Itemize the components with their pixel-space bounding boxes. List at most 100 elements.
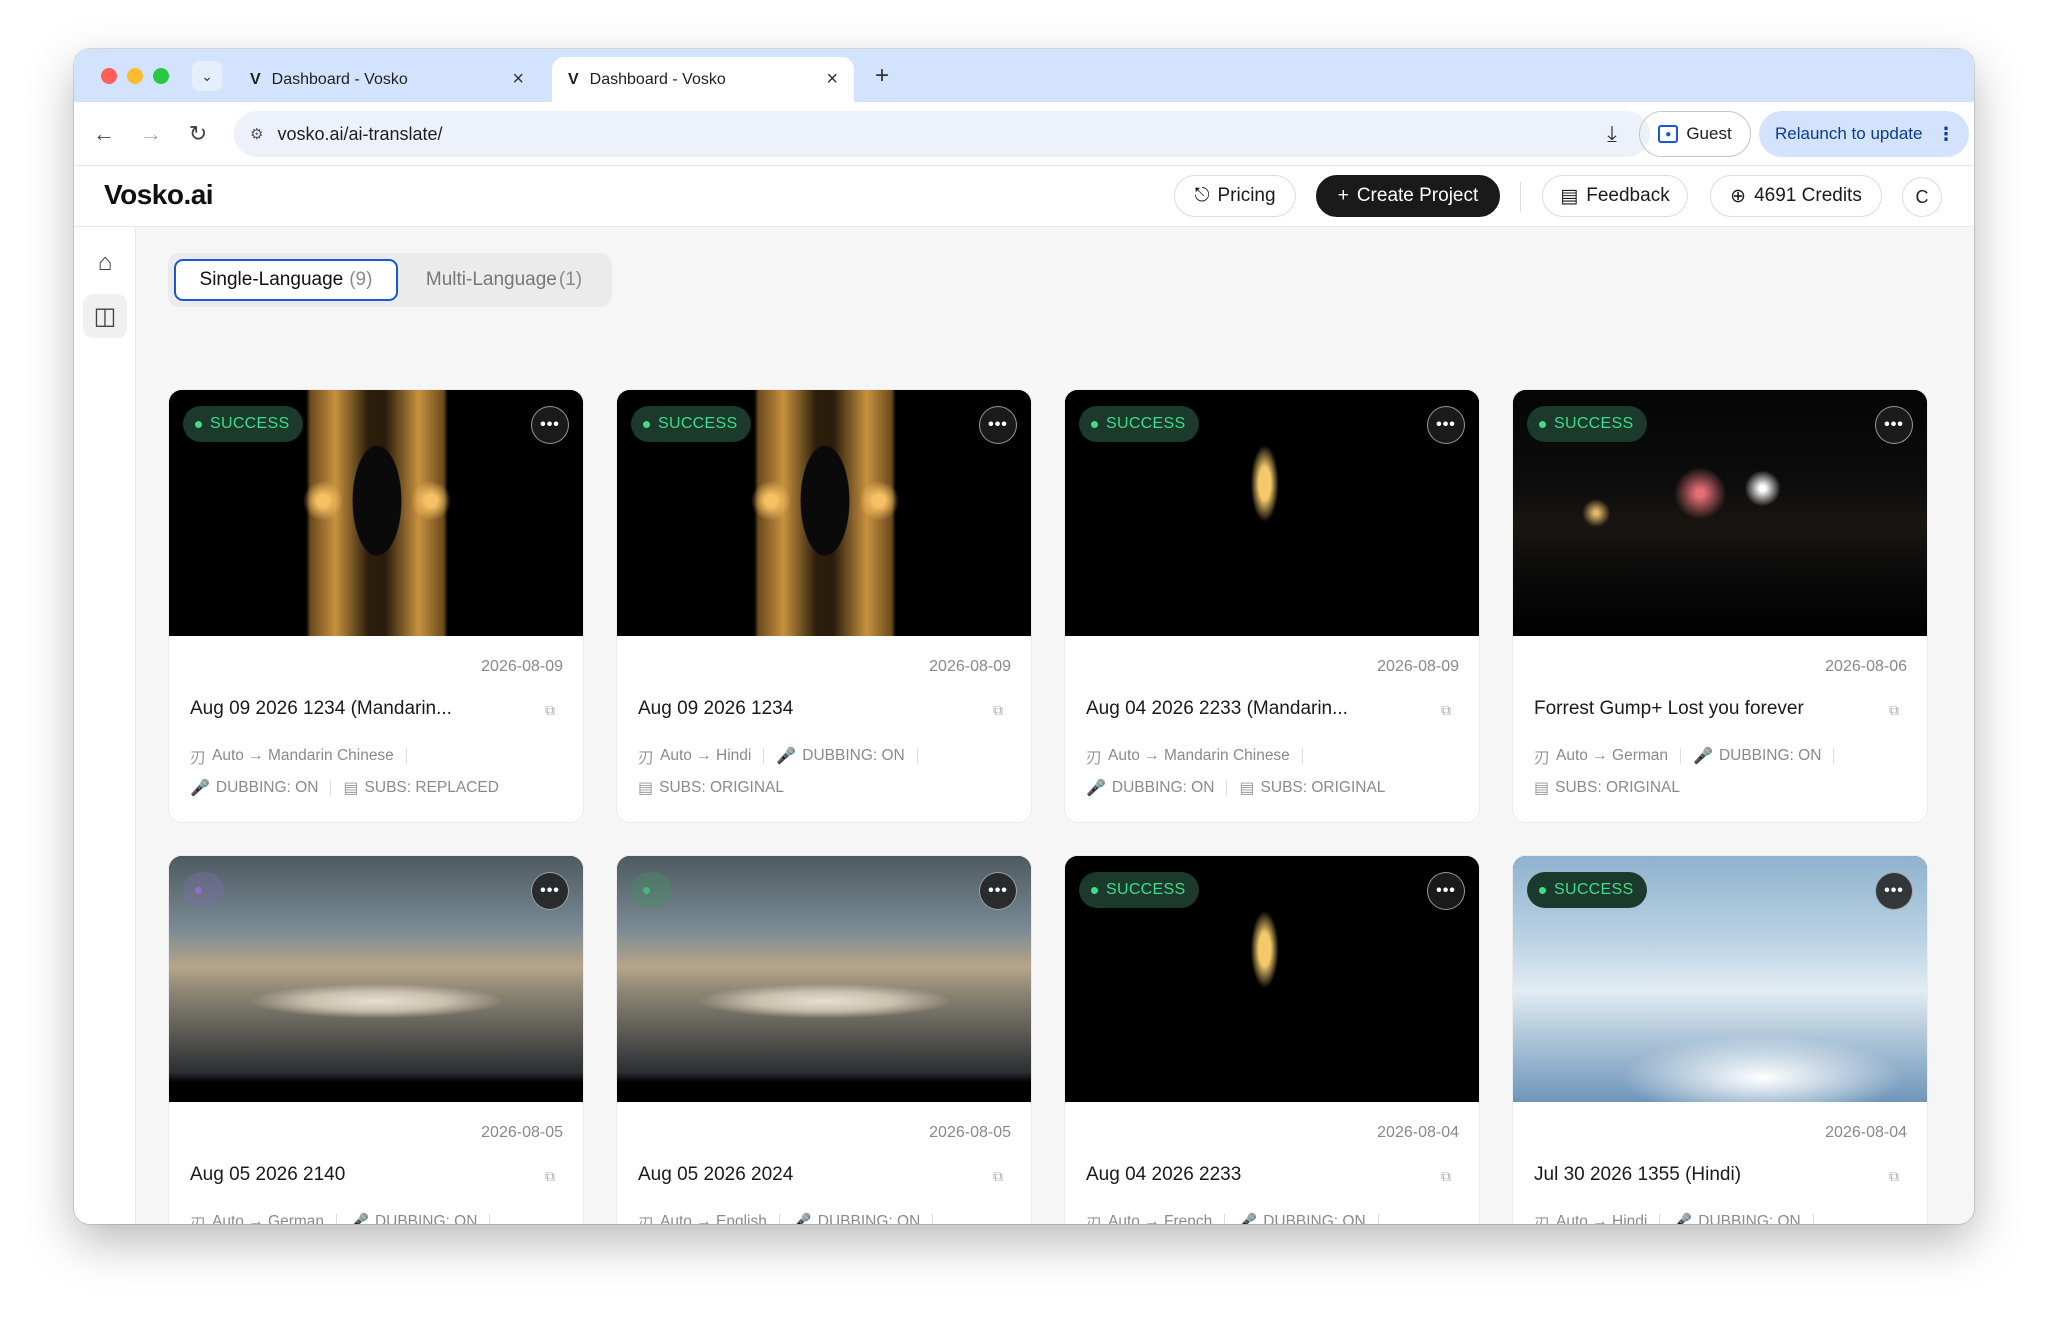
project-title[interactable]: Aug 04 2026 2233: [1086, 1164, 1406, 1186]
microphone-icon: 🎤: [349, 1214, 369, 1224]
project-card[interactable]: SUCCESS ••• 2026-08-09 Aug 09 2026 1234 ⧉ 刃 Au…: [616, 389, 1032, 823]
status-dot-icon: [1091, 420, 1098, 428]
message-icon: ▤: [1560, 185, 1579, 207]
microphone-icon: 🎤: [791, 1214, 812, 1224]
forward-button[interactable]: →: [135, 118, 167, 150]
status-label: SUCCESS: [210, 415, 290, 432]
project-title[interactable]: Aug 04 2026 2233 (Mandarin...: [1086, 698, 1406, 720]
meta-divider: [330, 780, 332, 796]
feedback-button[interactable]: ▤ Feedback: [1542, 175, 1688, 217]
translate-icon: 刃: [190, 750, 207, 767]
document-icon: ▤: [638, 780, 654, 797]
project-card[interactable]: SUCCESS ••• 2026-08-04 Jul 30 2026 1355 (Hi…: [1512, 855, 1928, 1224]
credits-button[interactable]: ⊕ 4691 Credits: [1710, 175, 1882, 217]
new-tab-button[interactable]: +: [867, 61, 897, 91]
translate-icon: 刃: [190, 1210, 206, 1224]
pricing-button[interactable]: ⎋ Pricing: [1174, 175, 1296, 217]
single-language-label: Single-Language: [199, 269, 344, 290]
copy-icon[interactable]: ⧉: [993, 1168, 1003, 1185]
guest-profile-button[interactable]: ● Guest: [1639, 111, 1751, 157]
copy-icon[interactable]: ⧉: [1441, 702, 1451, 719]
reload-icon: ↻: [188, 121, 208, 146]
video-thumbnail[interactable]: SUCCESS •••: [617, 390, 1031, 636]
browser-tab-2-active[interactable]: V Dashboard - Vosko ×: [552, 57, 854, 102]
tab-multi-language[interactable]: Multi-Language (1): [404, 259, 604, 301]
copy-icon[interactable]: ⧉: [1441, 1168, 1451, 1185]
copy-icon[interactable]: ⧉: [1889, 1168, 1899, 1185]
more-options-button[interactable]: •••: [979, 872, 1017, 910]
downloads-button[interactable]: ⤓: [1594, 116, 1630, 152]
sidebar-item-projects[interactable]: ◫: [83, 294, 127, 338]
video-thumbnail[interactable]: SUCCESS •••: [169, 390, 583, 636]
status-badge: SUCCESS: [183, 406, 304, 442]
more-options-button[interactable]: •••: [531, 872, 569, 910]
copy-icon[interactable]: ⧉: [545, 1168, 555, 1185]
minimize-window-button[interactable]: [127, 68, 143, 84]
multi-language-count: (1): [558, 269, 583, 290]
more-horizontal-icon: •••: [988, 416, 1008, 433]
video-thumbnail[interactable]: SUCCESS •••: [1513, 390, 1927, 636]
more-options-button[interactable]: •••: [1875, 872, 1913, 910]
tab-single-language[interactable]: Single-Language (9): [174, 259, 398, 301]
project-date: 2026-08-05: [481, 1124, 563, 1141]
status-badge: SUCCESS: [1079, 406, 1200, 442]
project-title[interactable]: Aug 09 2026 1234 (Mandarin...: [190, 698, 510, 720]
video-thumbnail[interactable]: •••: [617, 856, 1031, 1102]
tab-search-button[interactable]: ⌄: [192, 61, 222, 91]
relaunch-button[interactable]: Relaunch to update ⋮: [1759, 111, 1969, 157]
project-card[interactable]: SUCCESS ••• 2026-08-06 Forrest Gump+ Lost y…: [1512, 389, 1928, 823]
create-project-label: Create Project: [1356, 185, 1479, 206]
meta-divider: [763, 748, 765, 764]
project-title[interactable]: Jul 30 2026 1355 (Hindi): [1534, 1164, 1854, 1186]
more-options-button[interactable]: •••: [1427, 872, 1465, 910]
user-avatar[interactable]: C: [1902, 177, 1942, 217]
maximize-window-button[interactable]: [153, 68, 169, 84]
close-icon[interactable]: ×: [826, 68, 838, 91]
reload-button[interactable]: ↻: [182, 118, 214, 150]
project-title[interactable]: Aug 05 2026 2024: [638, 1164, 958, 1186]
app-header: Vosko.ai ⎋ Pricing + Create Project ▤ Fe…: [74, 166, 1974, 227]
copy-icon[interactable]: ⧉: [993, 702, 1003, 719]
project-card[interactable]: ••• 2026-08-05 Aug 05 2026 2140 ⧉ 刃Auto → Ge…: [168, 855, 584, 1224]
project-meta-row: 刃Auto → German 🎤DUBBING: ON: [1534, 744, 1846, 768]
close-icon[interactable]: ×: [512, 68, 524, 91]
project-title[interactable]: Aug 05 2026 2140: [190, 1164, 510, 1186]
video-thumbnail[interactable]: SUCCESS •••: [1513, 856, 1927, 1102]
project-title[interactable]: Forrest Gump+ Lost you forever: [1534, 698, 1854, 720]
project-meta-row: 刃Auto → French 🎤DUBBING: ON: [1086, 1210, 1391, 1224]
video-thumbnail[interactable]: •••: [169, 856, 583, 1102]
site-settings-icon[interactable]: ⚙: [250, 125, 263, 143]
tab-strip: ⌄ V Dashboard - Vosko × V Dashboard - Vo…: [74, 49, 1974, 102]
project-card[interactable]: ••• 2026-08-05 Aug 05 2026 2024 ⧉ 刃Auto → En…: [616, 855, 1032, 1224]
project-meta-row: 刃Auto → Hindi 🎤DUBBING: ON: [1534, 1210, 1826, 1224]
meta-divider: [405, 748, 407, 764]
more-horizontal-icon: •••: [540, 416, 560, 433]
more-options-button[interactable]: •••: [1427, 406, 1465, 444]
vosko-logo[interactable]: Vosko.ai: [104, 179, 214, 211]
copy-icon[interactable]: ⧉: [1889, 702, 1899, 719]
language-pair: 刃Auto → German: [1534, 744, 1668, 768]
close-window-button[interactable]: [101, 68, 117, 84]
project-meta-row: ▤ SUBS: ORIGINAL: [638, 778, 784, 798]
document-icon: ▤: [1239, 780, 1255, 797]
microphone-icon: 🎤: [190, 780, 210, 797]
back-button[interactable]: ←: [88, 118, 120, 150]
copy-icon[interactable]: ⧉: [545, 702, 555, 719]
video-thumbnail[interactable]: SUCCESS •••: [1065, 390, 1479, 636]
project-title[interactable]: Aug 09 2026 1234: [638, 698, 958, 720]
browser-tab-1[interactable]: V Dashboard - Vosko ×: [234, 57, 540, 102]
address-bar[interactable]: ⚙ vosko.ai/ai-translate/: [234, 111, 1650, 157]
project-card[interactable]: SUCCESS ••• 2026-08-09 Aug 04 2026 2233 (Ma…: [1064, 389, 1480, 823]
home-icon: ⌂: [97, 249, 113, 276]
video-thumbnail[interactable]: SUCCESS •••: [1065, 856, 1479, 1102]
project-card[interactable]: SUCCESS ••• 2026-08-09 Aug 09 2026 1234 (Ma…: [168, 389, 584, 823]
more-options-button[interactable]: •••: [1875, 406, 1913, 444]
more-options-button[interactable]: •••: [531, 406, 569, 444]
create-project-button[interactable]: + Create Project: [1316, 175, 1500, 217]
more-options-button[interactable]: •••: [979, 406, 1017, 444]
more-horizontal-icon: •••: [1884, 416, 1904, 433]
translate-icon: 刃: [1534, 1210, 1550, 1224]
sidebar-item-home[interactable]: ⌂: [83, 241, 127, 285]
dubbing-status: 🎤 DUBBING: ON: [1086, 779, 1215, 797]
project-card[interactable]: SUCCESS ••• 2026-08-04 Aug 04 2026 2233 ⧉ 刃Au…: [1064, 855, 1480, 1224]
